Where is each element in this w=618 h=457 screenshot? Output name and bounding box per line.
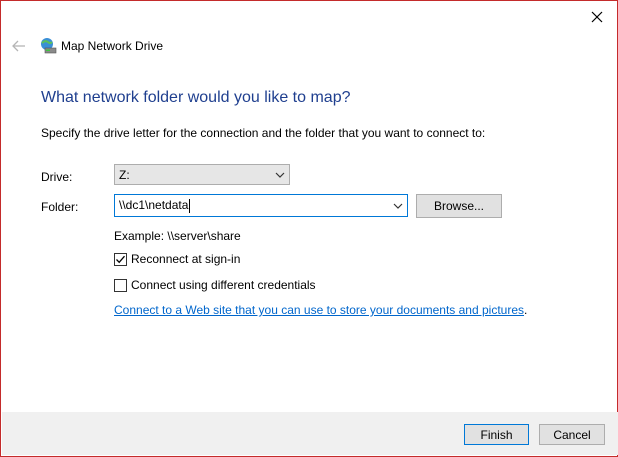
window-title: Map Network Drive bbox=[61, 39, 164, 53]
reconnect-checkbox[interactable] bbox=[114, 252, 127, 266]
web-site-link-suffix: . bbox=[524, 303, 528, 317]
back-arrow-icon bbox=[12, 40, 25, 52]
credentials-label: Connect using different credentials bbox=[131, 278, 316, 292]
close-icon bbox=[591, 11, 603, 23]
browse-button[interactable]: Browse... bbox=[416, 194, 502, 218]
web-site-link[interactable]: Connect to a Web site that you can use t… bbox=[114, 303, 524, 317]
folder-input-text: \\dc1\netdata bbox=[119, 198, 189, 213]
instructions-text: Specify the drive letter for the connect… bbox=[41, 126, 486, 140]
dialog-header: Map Network Drive bbox=[11, 37, 163, 55]
credentials-option[interactable]: Connect using different credentials bbox=[114, 278, 316, 292]
text-caret bbox=[189, 198, 191, 213]
check-icon bbox=[116, 255, 125, 263]
chevron-down-icon bbox=[271, 165, 289, 184]
finish-button[interactable]: Finish bbox=[464, 424, 529, 445]
page-heading: What network folder would you like to ma… bbox=[41, 89, 351, 106]
folder-input[interactable]: \\dc1\netdata bbox=[114, 194, 408, 217]
close-button[interactable] bbox=[585, 7, 609, 27]
folder-input-value: \\dc1\netdata bbox=[115, 198, 389, 213]
drive-label: Drive: bbox=[41, 170, 73, 184]
drive-select-value: Z: bbox=[119, 167, 130, 182]
chevron-down-icon[interactable] bbox=[389, 195, 407, 216]
reconnect-label: Reconnect at sign-in bbox=[131, 252, 241, 266]
back-button[interactable] bbox=[11, 38, 27, 54]
reconnect-option[interactable]: Reconnect at sign-in bbox=[114, 252, 240, 266]
drive-select[interactable]: Z: bbox=[114, 164, 290, 185]
example-text: Example: \\server\share bbox=[114, 229, 241, 243]
folder-label: Folder: bbox=[41, 200, 79, 214]
cancel-button[interactable]: Cancel bbox=[539, 424, 605, 445]
network-drive-icon bbox=[41, 38, 57, 54]
credentials-checkbox[interactable] bbox=[114, 278, 127, 292]
web-site-link-row: Connect to a Web site that you can use t… bbox=[114, 303, 527, 317]
map-network-drive-dialog: Map Network Drive What network folder wo… bbox=[0, 0, 618, 457]
